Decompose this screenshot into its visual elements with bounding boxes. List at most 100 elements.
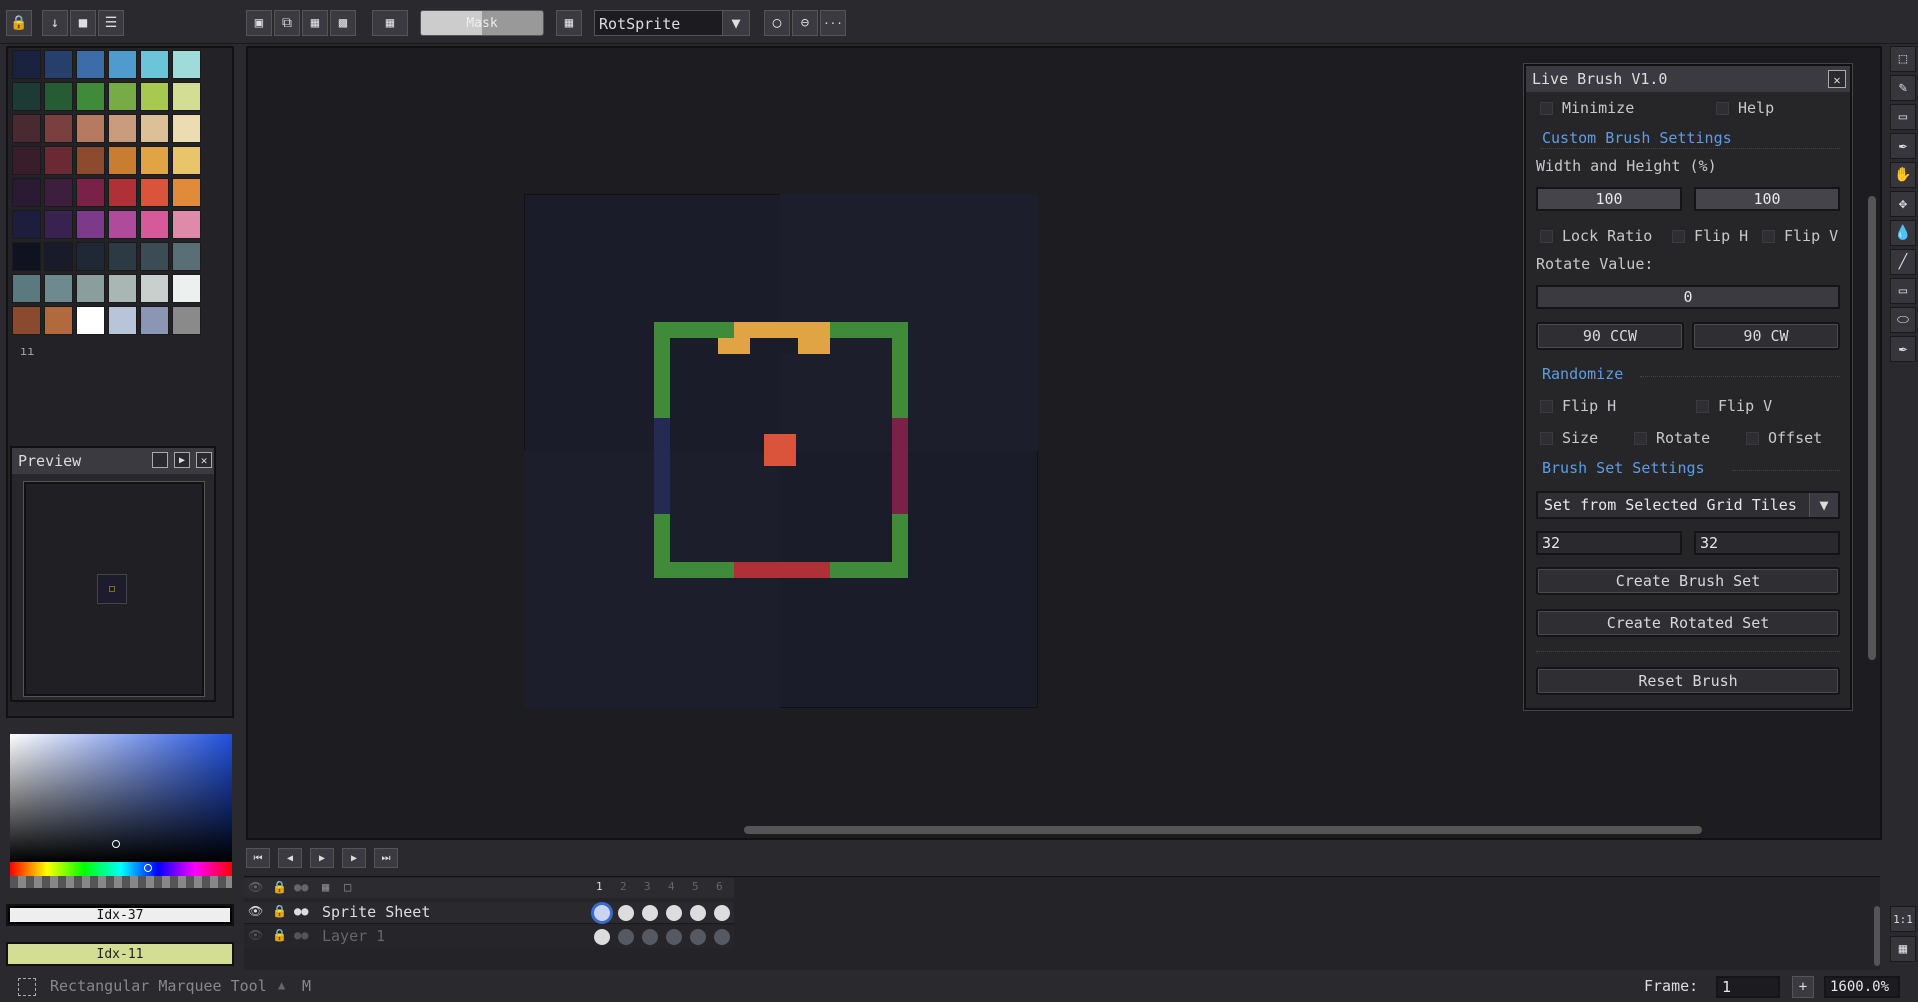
palette-page-indicator[interactable]: ıı bbox=[20, 344, 34, 358]
eyedropper-tool-icon[interactable]: ✒ bbox=[1890, 336, 1916, 362]
grid-width-field[interactable]: 32 bbox=[1536, 531, 1682, 555]
width-field[interactable]: 100 bbox=[1536, 187, 1682, 211]
palette-swatch[interactable] bbox=[12, 82, 41, 111]
film-strip-icon[interactable]: ▦ bbox=[1890, 936, 1916, 962]
mask-toggle[interactable]: Mask bbox=[420, 10, 544, 36]
palette-swatch[interactable] bbox=[172, 82, 201, 111]
preview-close-icon[interactable]: ✕ bbox=[196, 452, 212, 468]
grid-height-field[interactable]: 32 bbox=[1694, 531, 1840, 555]
palette-swatch[interactable] bbox=[172, 50, 201, 79]
rotate-ccw-button[interactable]: 90 CCW bbox=[1536, 322, 1684, 350]
palette-swatch[interactable] bbox=[76, 114, 105, 143]
palette-swatch[interactable] bbox=[44, 242, 73, 271]
move-tool-icon[interactable]: ✥ bbox=[1890, 191, 1916, 217]
rotate-value-slider[interactable]: 0 bbox=[1536, 285, 1840, 309]
palette-swatch[interactable] bbox=[76, 242, 105, 271]
frame-cel[interactable] bbox=[690, 929, 706, 945]
layer-row[interactable] bbox=[244, 926, 734, 948]
fill-tool-icon[interactable]: 💧 bbox=[1890, 220, 1916, 246]
link-icon[interactable]: ●● bbox=[294, 904, 308, 918]
help-checkbox[interactable] bbox=[1716, 102, 1729, 115]
palette-swatch[interactable] bbox=[172, 210, 201, 239]
marquee-tool-icon[interactable]: ⬚ bbox=[1890, 46, 1916, 72]
first-frame-icon[interactable]: ⏮ bbox=[246, 848, 270, 868]
palette-swatch[interactable] bbox=[44, 274, 73, 303]
rotation-algorithm-select[interactable]: RotSprite ▼ bbox=[594, 10, 750, 36]
palette-swatch[interactable] bbox=[12, 274, 41, 303]
palette-swatch[interactable] bbox=[76, 146, 105, 175]
selection-new-icon[interactable]: ▣ bbox=[246, 10, 272, 36]
palette-swatch[interactable] bbox=[12, 242, 41, 271]
selection-pixel-icon[interactable]: ▦ bbox=[372, 10, 408, 36]
symmetry-horizontal-icon[interactable]: ⊖ bbox=[792, 10, 818, 36]
save-icon[interactable]: ■ bbox=[70, 10, 96, 36]
palette-swatch[interactable] bbox=[108, 114, 137, 143]
layer-group-icon[interactable]: ▦ bbox=[322, 880, 329, 894]
palette-swatch[interactable] bbox=[76, 178, 105, 207]
palette-swatch[interactable] bbox=[140, 50, 169, 79]
layer-name[interactable]: Layer 1 bbox=[322, 927, 385, 945]
pencil-tool-icon[interactable]: ✎ bbox=[1890, 75, 1916, 101]
palette-swatch[interactable] bbox=[140, 82, 169, 111]
palette-swatch[interactable] bbox=[172, 274, 201, 303]
palette-swatch[interactable] bbox=[12, 50, 41, 79]
palette-swatch[interactable] bbox=[76, 210, 105, 239]
layer-name[interactable]: Sprite Sheet bbox=[322, 903, 430, 921]
palette-swatch[interactable] bbox=[44, 210, 73, 239]
eye-icon[interactable]: 👁 bbox=[248, 928, 263, 942]
frame-number[interactable]: 5 bbox=[692, 880, 699, 893]
palette-swatch[interactable] bbox=[172, 114, 201, 143]
frame-cel[interactable] bbox=[666, 905, 682, 921]
random-offset-checkbox[interactable] bbox=[1746, 432, 1759, 445]
palette-swatch[interactable] bbox=[44, 82, 73, 111]
link-icon[interactable]: ●● bbox=[294, 928, 308, 942]
selection-add-icon[interactable]: ⧉ bbox=[274, 10, 300, 36]
reset-brush-button[interactable]: Reset Brush bbox=[1536, 667, 1840, 695]
random-rotate-checkbox[interactable] bbox=[1634, 432, 1647, 445]
frame-cel[interactable] bbox=[618, 905, 634, 921]
frame-cel[interactable] bbox=[642, 905, 658, 921]
palette-swatch[interactable] bbox=[76, 306, 105, 335]
last-frame-icon[interactable]: ⏭ bbox=[374, 848, 398, 868]
create-rotated-set-button[interactable]: Create Rotated Set bbox=[1536, 609, 1840, 637]
menu-icon[interactable]: ☰ bbox=[98, 10, 124, 36]
prev-frame-icon[interactable]: ◀ bbox=[278, 848, 302, 868]
selection-subtract-icon[interactable]: ▦ bbox=[302, 10, 328, 36]
frame-cel[interactable] bbox=[714, 929, 730, 945]
palette-swatch[interactable] bbox=[140, 210, 169, 239]
zoom-input[interactable]: 1600.0% bbox=[1824, 976, 1900, 998]
hue-slider-handle[interactable] bbox=[144, 864, 152, 872]
close-icon[interactable]: ✕ bbox=[1828, 70, 1846, 88]
palette-swatch[interactable] bbox=[44, 50, 73, 79]
palette-swatch[interactable] bbox=[140, 274, 169, 303]
preview-play-icon[interactable]: ▶ bbox=[174, 452, 190, 468]
minimize-checkbox[interactable] bbox=[1540, 102, 1553, 115]
hand-tool-icon[interactable]: ✋ bbox=[1890, 162, 1916, 188]
eraser-tool-icon[interactable]: ▭ bbox=[1890, 104, 1916, 130]
secondary-color-swatch[interactable]: Idx-11 bbox=[6, 942, 234, 966]
frame-cel[interactable] bbox=[594, 905, 610, 921]
next-frame-icon[interactable]: ▶ bbox=[342, 848, 366, 868]
more-options-button[interactable]: ··· bbox=[820, 10, 846, 36]
frame-number[interactable]: 6 bbox=[716, 880, 723, 893]
frame-number[interactable]: 3 bbox=[644, 880, 651, 893]
palette-swatch[interactable] bbox=[44, 114, 73, 143]
lock-icon[interactable]: 🔒 bbox=[6, 10, 32, 36]
palette-swatch[interactable] bbox=[12, 178, 41, 207]
palette-swatch[interactable] bbox=[108, 306, 137, 335]
palette-swatch[interactable] bbox=[76, 50, 105, 79]
layer-row[interactable] bbox=[244, 902, 734, 924]
frame-cel[interactable] bbox=[642, 929, 658, 945]
palette-swatch[interactable] bbox=[108, 210, 137, 239]
selection-intersect-icon[interactable]: ▩ bbox=[330, 10, 356, 36]
hue-slider[interactable] bbox=[10, 862, 232, 876]
ellipse-tool-icon[interactable]: ⬭ bbox=[1890, 307, 1916, 333]
flip-h-checkbox[interactable] bbox=[1672, 230, 1685, 243]
color-picker-field[interactable] bbox=[10, 734, 232, 862]
rectangle-tool-icon[interactable]: ▭ bbox=[1890, 278, 1916, 304]
rotate-cw-button[interactable]: 90 CW bbox=[1692, 322, 1840, 350]
frame-cel[interactable] bbox=[714, 905, 730, 921]
grid-toggle-icon[interactable]: ▦ bbox=[556, 10, 582, 36]
frame-cel[interactable] bbox=[666, 929, 682, 945]
alpha-slider[interactable] bbox=[10, 876, 232, 888]
